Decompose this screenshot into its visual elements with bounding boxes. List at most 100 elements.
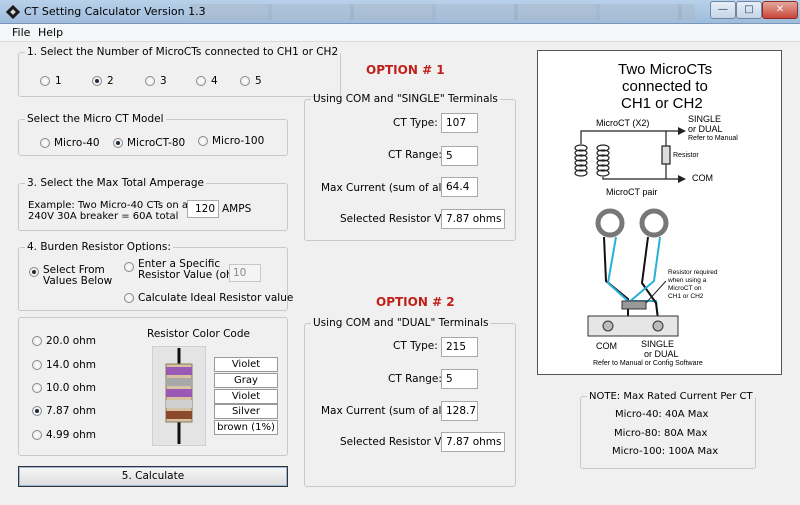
ct-count-radio-5[interactable] xyxy=(240,76,250,86)
diagram-refer-software: Refer to Manual or Config Software xyxy=(593,360,703,367)
option1-max-current-field[interactable]: 64.4 xyxy=(441,177,478,197)
menu-file[interactable]: File xyxy=(12,26,30,39)
burden-legend: 4. Burden Resistor Options: xyxy=(27,241,171,253)
diagram-single-terminal: SINGLE xyxy=(641,339,675,349)
color-band-4: Silver xyxy=(214,404,278,419)
resistor-radio-7-87[interactable] xyxy=(32,406,42,416)
maximize-button[interactable]: □ xyxy=(736,1,762,19)
resistor-band-2 xyxy=(166,378,192,386)
resistor-band-1 xyxy=(166,367,192,375)
ct-count-radio-2[interactable] xyxy=(92,76,102,86)
resistor-icon xyxy=(152,346,206,446)
diagram-title-line3: CH1 or CH2 xyxy=(621,95,703,112)
diagram-pair-label: MicroCT pair xyxy=(606,187,658,197)
ct-count-radio-3[interactable] xyxy=(145,76,155,86)
diagram-microct-label: MicroCT (X2) xyxy=(596,118,650,128)
model-label-microct-80: MicroCT-80 xyxy=(127,137,186,149)
burden-radio-specific[interactable] xyxy=(124,262,134,272)
app-icon xyxy=(6,5,20,19)
diagram-com-arrow-label: COM xyxy=(692,173,713,183)
ct-count-radio-1[interactable] xyxy=(40,76,50,86)
diagram-note-line4: CH1 or CH2 xyxy=(668,293,704,300)
option2-resistor-field[interactable]: 7.87 ohms xyxy=(441,432,505,452)
ct-count-group: 1. Select the Number of MicroCTs connect… xyxy=(18,46,342,97)
diagram-or-dual-terminal: or DUAL xyxy=(644,349,679,359)
option1-title: OPTION # 1 xyxy=(366,63,445,77)
option2-title: OPTION # 2 xyxy=(376,295,455,309)
note-line-micro-40: Micro-40: 40A Max xyxy=(615,409,709,420)
select-from-line2: Values Below xyxy=(43,275,113,287)
note-line-micro-100: Micro-100: 100A Max xyxy=(612,446,719,457)
option2-ct-range-field[interactable]: 5 xyxy=(441,369,478,389)
minimize-button[interactable]: — xyxy=(710,1,736,19)
specific-resistor-input[interactable]: 10 xyxy=(229,264,261,282)
resistor-label-20: 20.0 ohm xyxy=(46,335,97,347)
resistor-label-7-87: 7.87 ohm xyxy=(46,405,97,417)
diagram-resistor-label: Resistor xyxy=(673,152,699,159)
diagram-single-label: SINGLE xyxy=(688,114,722,124)
wiring-diagram-panel: Two MicroCTs connected to CH1 or CH2 Mic… xyxy=(537,50,782,375)
diagram-title-line1: Two MicroCTs xyxy=(618,61,713,78)
diagram-title-line2: connected to xyxy=(622,78,708,95)
menu-help[interactable]: Help xyxy=(38,26,63,39)
calculate-button[interactable]: 5. Calculate xyxy=(18,466,288,487)
option2-ct-type-label: CT Type: xyxy=(393,340,438,352)
ct-model-legend: Select the Micro CT Model xyxy=(27,113,164,125)
ct-count-label-3: 3 xyxy=(160,75,167,87)
diagram-note-line1: Resistor required xyxy=(668,269,718,276)
amperage-unit: AMPS xyxy=(222,203,252,215)
option1-ct-range-field[interactable]: 5 xyxy=(441,146,478,166)
burden-radio-ideal[interactable] xyxy=(124,293,134,303)
burden-radio-select-from[interactable] xyxy=(29,267,39,277)
color-band-2: Gray xyxy=(214,373,278,388)
option1-legend: Using COM and "SINGLE" Terminals xyxy=(313,93,498,105)
ideal-resistor-label: Calculate Ideal Resistor value xyxy=(138,292,294,304)
max-amperage-input[interactable]: 120 xyxy=(187,200,219,218)
diagram-or-dual-label: or DUAL xyxy=(688,124,723,134)
resistor-radio-14[interactable] xyxy=(32,360,42,370)
option1-ct-range-label: CT Range: xyxy=(388,149,442,161)
diagram-note-line2: when using a xyxy=(668,277,707,284)
resistor-radio-4-99[interactable] xyxy=(32,430,42,440)
window-title: CT Setting Calculator Version 1.3 xyxy=(24,5,206,18)
resistor-radio-20[interactable] xyxy=(32,336,42,346)
model-label-micro-40: Micro-40 xyxy=(54,137,100,149)
note-line-micro-80: Micro-80: 80A Max xyxy=(614,428,708,439)
note-legend: NOTE: Max Rated Current Per CT xyxy=(589,391,753,402)
diagram-note-line3: MicroCT on xyxy=(668,285,702,292)
ct-count-label-4: 4 xyxy=(211,75,218,87)
color-band-3: Violet xyxy=(214,389,278,404)
resistor-band-5 xyxy=(166,411,192,419)
close-button[interactable]: ✕ xyxy=(762,1,798,19)
color-band-5: brown (1%) xyxy=(214,420,278,435)
option2-ct-type-field[interactable]: 215 xyxy=(441,337,478,357)
color-code-title: Resistor Color Code xyxy=(147,328,250,340)
model-label-micro-100: Micro-100 xyxy=(212,135,265,147)
option2-max-current-field[interactable]: 128.7 xyxy=(441,401,478,421)
option1-resistor-field[interactable]: 7.87 ohms xyxy=(441,209,505,229)
menu-bar xyxy=(0,24,800,42)
ct-count-label-5: 5 xyxy=(255,75,262,87)
option2-legend: Using COM and "DUAL" Terminals xyxy=(313,317,489,329)
resistor-radio-10[interactable] xyxy=(32,383,42,393)
ct-count-radio-4[interactable] xyxy=(196,76,206,86)
resistor-label-4-99: 4.99 ohm xyxy=(46,429,97,441)
model-radio-micro-40[interactable] xyxy=(40,138,50,148)
diagram-com-terminal: COM xyxy=(596,341,617,351)
resistor-band-4 xyxy=(166,400,192,408)
option1-ct-type-label: CT Type: xyxy=(393,117,438,129)
resistor-band-3 xyxy=(166,389,192,397)
ct-count-label-1: 1 xyxy=(55,75,62,87)
color-band-1: Violet xyxy=(214,357,278,372)
ct-count-legend: 1. Select the Number of MicroCTs connect… xyxy=(27,46,339,58)
model-radio-microct-80[interactable] xyxy=(113,138,123,148)
amperage-example-line1: Example: Two Micro-40 CTs on a xyxy=(28,200,189,211)
model-radio-micro-100[interactable] xyxy=(198,136,208,146)
amperage-example-line2: 240V 30A breaker = 60A total xyxy=(28,211,179,222)
diagram-refer-manual: Refer to Manual xyxy=(688,135,738,142)
resistor-label-10: 10.0 ohm xyxy=(46,382,97,394)
resistor-label-14: 14.0 ohm xyxy=(46,359,97,371)
option1-ct-type-field[interactable]: 107 xyxy=(441,113,478,133)
background-window-strip xyxy=(190,4,695,20)
option2-ct-range-label: CT Range: xyxy=(388,373,442,385)
